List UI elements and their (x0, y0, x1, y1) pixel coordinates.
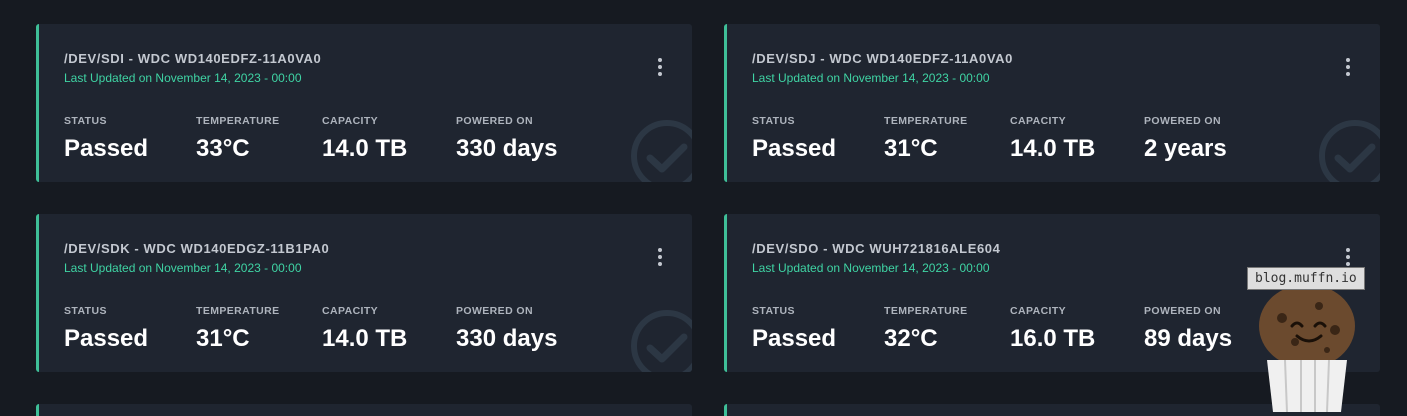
stat-label: POWERED ON (456, 305, 533, 317)
stat-label: CAPACITY (322, 305, 379, 317)
stat-powered-on: POWERED ON 2 years (1144, 115, 1227, 163)
stat-value: 31°C (884, 135, 938, 162)
stat-value: Passed (64, 325, 149, 352)
stat-value: 16.0 TB (1010, 325, 1096, 352)
stat-value: 31°C (196, 325, 250, 352)
stat-value: 330 days (456, 135, 558, 162)
stat-value: Passed (752, 325, 837, 352)
check-circle-icon (1319, 120, 1380, 182)
stat-label: CAPACITY (322, 115, 379, 127)
stat-label: TEMPERATURE (196, 305, 280, 317)
stat-value: 33°C (196, 135, 250, 162)
stat-value: 14.0 TB (322, 325, 408, 352)
stat-status: STATUS Passed (752, 305, 836, 353)
drive-card-sdk[interactable]: /DEV/SDK - WDC WD140EDGZ-11B1PA0 Last Up… (36, 214, 692, 372)
stat-temperature: TEMPERATURE 32°C (884, 305, 968, 353)
stat-label: TEMPERATURE (196, 115, 280, 127)
stat-capacity: CAPACITY 14.0 TB (322, 115, 407, 163)
check-circle-icon (631, 120, 692, 182)
last-updated: Last Updated on November 14, 2023 - 00:0… (752, 71, 990, 85)
stat-temperature: TEMPERATURE 31°C (196, 305, 280, 353)
stat-value: 14.0 TB (322, 135, 408, 162)
drive-title: /DEV/SDJ - WDC WD140EDFZ-11A0VA0 (752, 51, 1013, 66)
stat-powered-on: POWERED ON 330 days (456, 115, 557, 163)
stat-status: STATUS Passed (752, 115, 836, 163)
more-options-icon[interactable] (1343, 58, 1353, 78)
stat-value: 32°C (884, 325, 938, 352)
drive-card-partial[interactable] (36, 404, 692, 416)
watermark-label: blog.muffn.io (1247, 267, 1365, 290)
last-updated: Last Updated on November 14, 2023 - 00:0… (752, 261, 990, 275)
stat-label: STATUS (752, 115, 795, 127)
more-options-icon[interactable] (655, 248, 665, 268)
more-options-icon[interactable] (655, 58, 665, 78)
drive-title: /DEV/SDK - WDC WD140EDGZ-11B1PA0 (64, 241, 330, 256)
drive-title: /DEV/SDO - WDC WUH721816ALE604 (752, 241, 1001, 256)
stat-value: 14.0 TB (1010, 135, 1096, 162)
drive-title: /DEV/SDI - WDC WD140EDFZ-11A0VA0 (64, 51, 322, 66)
stat-capacity: CAPACITY 16.0 TB (1010, 305, 1095, 353)
stat-temperature: TEMPERATURE 33°C (196, 115, 280, 163)
stat-powered-on: POWERED ON 330 days (456, 305, 557, 353)
stat-status: STATUS Passed (64, 305, 148, 353)
stat-status: STATUS Passed (64, 115, 148, 163)
stat-label: CAPACITY (1010, 305, 1067, 317)
stat-label: TEMPERATURE (884, 115, 968, 127)
stat-label: CAPACITY (1010, 115, 1067, 127)
last-updated: Last Updated on November 14, 2023 - 00:0… (64, 261, 302, 275)
stat-temperature: TEMPERATURE 31°C (884, 115, 968, 163)
stat-capacity: CAPACITY 14.0 TB (322, 305, 407, 353)
stat-value: 89 days (1144, 325, 1233, 352)
stat-label: STATUS (752, 305, 795, 317)
drive-card-sdi[interactable]: /DEV/SDI - WDC WD140EDFZ-11A0VA0 Last Up… (36, 24, 692, 182)
stat-label: POWERED ON (1144, 305, 1221, 317)
last-updated: Last Updated on November 14, 2023 - 00:0… (64, 71, 302, 85)
stat-value: Passed (64, 135, 149, 162)
stat-label: STATUS (64, 115, 107, 127)
stat-label: TEMPERATURE (884, 305, 968, 317)
stat-capacity: CAPACITY 14.0 TB (1010, 115, 1095, 163)
drive-card-sdj[interactable]: /DEV/SDJ - WDC WD140EDFZ-11A0VA0 Last Up… (724, 24, 1380, 182)
stat-value: Passed (752, 135, 837, 162)
drive-dashboard: /DEV/SDI - WDC WD140EDFZ-11A0VA0 Last Up… (0, 0, 1407, 416)
stat-value: 330 days (456, 325, 558, 352)
stat-label: POWERED ON (456, 115, 533, 127)
stat-value: 2 years (1144, 135, 1227, 162)
stat-powered-on: POWERED ON 89 days (1144, 305, 1232, 353)
stat-label: POWERED ON (1144, 115, 1221, 127)
check-circle-icon (631, 310, 692, 372)
stat-label: STATUS (64, 305, 107, 317)
